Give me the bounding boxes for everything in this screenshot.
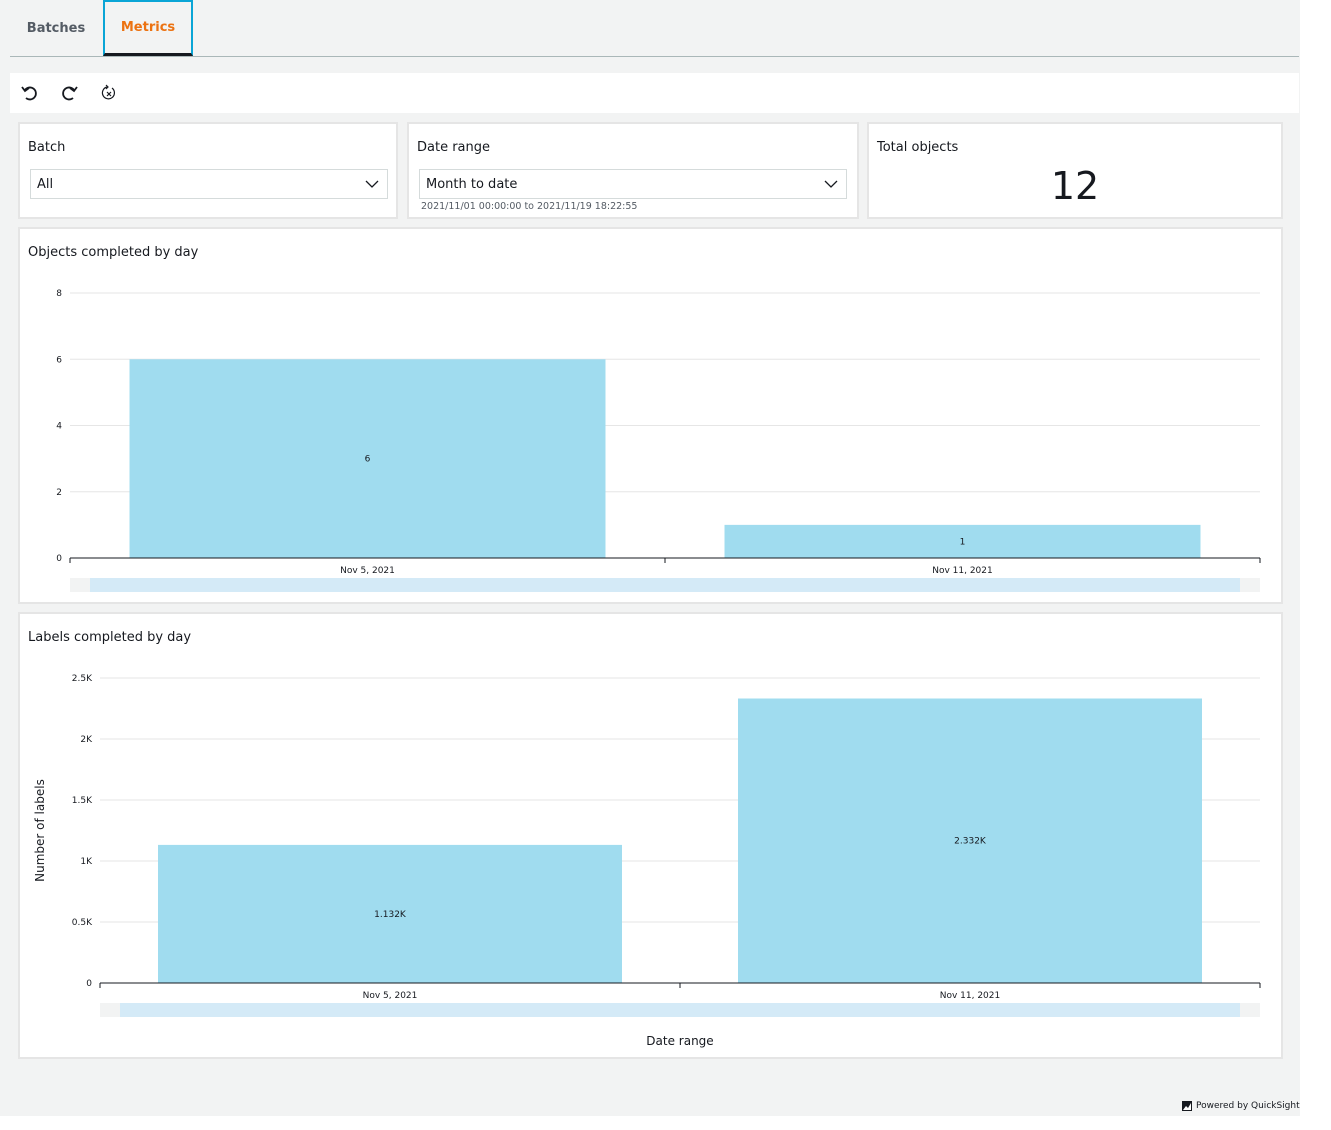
scrollbar-right-handle[interactable]: [1240, 1003, 1260, 1017]
y-tick-label: 0: [86, 979, 92, 989]
chart-scrollbar[interactable]: [100, 1003, 1260, 1017]
x-tick-label: Nov 11, 2021: [940, 991, 1001, 1001]
tab-batches[interactable]: Batches: [10, 0, 102, 56]
powered-by-footer: Powered by QuickSight: [1182, 1101, 1300, 1111]
batch-select[interactable]: All: [30, 169, 388, 199]
total-objects-value: 12: [869, 164, 1281, 208]
scrollbar-left-handle[interactable]: [70, 578, 90, 592]
undo-button[interactable]: [19, 82, 41, 104]
scrollbar-left-handle[interactable]: [100, 1003, 120, 1017]
date-range-select-value: Month to date: [426, 177, 517, 192]
chevron-down-icon: [365, 179, 379, 189]
redo-button[interactable]: [58, 82, 80, 104]
objects-completed-chart-panel: Objects completed by day 024686Nov 5, 20…: [18, 227, 1283, 604]
data-label: 6: [365, 455, 371, 465]
batch-select-value: All: [37, 177, 53, 192]
data-label: 2.332K: [954, 837, 987, 847]
labels-completed-chart: 0 0.5K 1K 1.5K 2K 2.5K 1.132K Nov 5, 2021 2.332K…: [20, 614, 1281, 1057]
data-label: 1.132K: [374, 910, 407, 920]
total-objects-kpi-panel: Total objects 12: [867, 122, 1283, 219]
date-range-hint: 2021/11/01 00:00:00 to 2021/11/19 18:22:…: [421, 201, 637, 212]
y-tick-label: 6: [56, 355, 62, 365]
chevron-down-icon: [824, 179, 838, 189]
objects-completed-chart: 0 2 4 6 8 6 Nov 5, 2021 1 Nov 11, 2021: [20, 229, 1281, 602]
powered-by-text: Powered by QuickSight: [1196, 1101, 1300, 1111]
total-objects-label: Total objects: [877, 140, 958, 155]
date-range-label: Date range: [417, 140, 490, 155]
redo-icon: [59, 83, 79, 103]
tab-metrics[interactable]: Metrics: [103, 0, 193, 56]
y-tick-label: 8: [56, 289, 62, 299]
reset-icon: [100, 84, 118, 102]
quicksight-logo-icon: [1182, 1101, 1192, 1111]
batch-label: Batch: [28, 140, 65, 155]
y-tick-label: 4: [56, 422, 62, 432]
y-tick-label: 2K: [80, 735, 93, 745]
data-label: 1: [960, 537, 966, 547]
chart-scrollbar[interactable]: [70, 578, 1260, 592]
y-tick-label: 1.5K: [72, 796, 93, 806]
date-range-select[interactable]: Month to date: [419, 169, 847, 199]
y-tick-label: 1K: [80, 857, 93, 867]
x-tick-label: Nov 5, 2021: [363, 991, 418, 1001]
y-tick-label: 2: [56, 488, 62, 498]
y-axis-title: Number of labels: [33, 779, 47, 882]
dashboard-toolbar: [10, 73, 1299, 113]
tab-bar: Batches Metrics: [10, 0, 1299, 57]
labels-completed-chart-panel: Labels completed by day 00.5K1K1.5K2K2.5…: [18, 612, 1283, 1059]
date-range-filter-panel: Date range Month to date 2021/11/01 00:0…: [407, 122, 859, 219]
x-tick-label: Nov 5, 2021: [340, 566, 395, 576]
x-tick-label: Nov 11, 2021: [932, 566, 993, 576]
reset-button[interactable]: [98, 82, 120, 104]
y-tick-label: 0.5K: [72, 918, 93, 928]
batch-filter-panel: Batch All: [18, 122, 398, 219]
y-tick-label: 2.5K: [72, 674, 93, 684]
scrollbar-right-handle[interactable]: [1240, 578, 1260, 592]
y-tick-label: 0: [56, 554, 62, 564]
x-axis-title: Date range: [646, 1034, 713, 1048]
undo-icon: [20, 83, 40, 103]
